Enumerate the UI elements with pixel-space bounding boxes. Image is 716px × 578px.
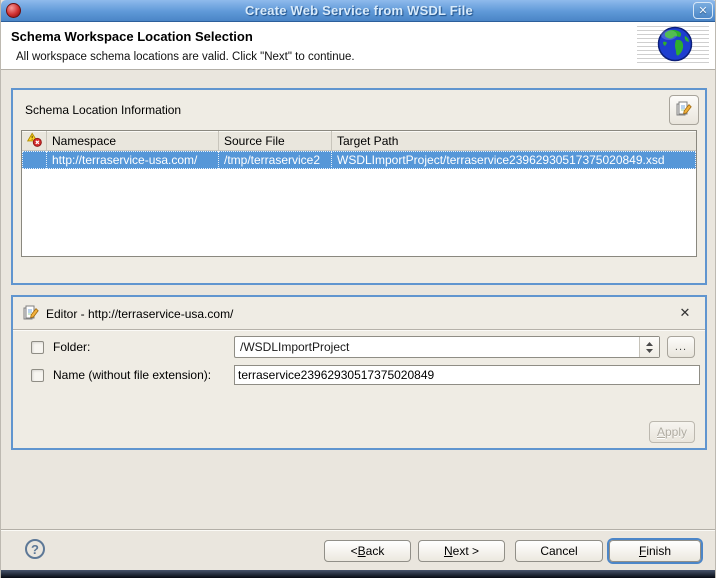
name-input[interactable] — [234, 365, 700, 385]
error-status-icon — [26, 132, 42, 150]
globe-icon — [655, 24, 695, 67]
window-bottom-edge — [1, 570, 715, 578]
schema-locations-table: Namespace Source File Target Path http:/… — [21, 130, 697, 257]
back-button[interactable]: < Back — [324, 540, 411, 562]
row-namespace-cell: http://terraservice-usa.com/ — [47, 151, 219, 169]
editor-edit-icon — [23, 305, 39, 324]
schema-location-panel: Schema Location Information Namespace So… — [11, 88, 707, 285]
wizard-buttons: < Back Next > Cancel Finish — [324, 540, 701, 562]
folder-combo-value: /WSDLImportProject — [240, 340, 350, 354]
folder-checkbox[interactable] — [31, 341, 44, 354]
row-source-file-cell: /tmp/terraservice2 — [219, 151, 332, 169]
wizard-dialog: Create Web Service from WSDL File ✕ Sche… — [0, 0, 716, 578]
window-close-icon[interactable]: ✕ — [693, 2, 713, 19]
row-target-path-cell: WSDLImportProject/terraservice2396293051… — [337, 153, 665, 167]
edit-icon — [676, 101, 692, 120]
wizard-banner: Schema Workspace Location Selection All … — [1, 22, 715, 70]
table-row[interactable]: http://terraservice-usa.com/ /tmp/terras… — [22, 151, 696, 169]
finish-button[interactable]: Finish — [609, 540, 701, 562]
name-checkbox[interactable] — [31, 369, 44, 382]
editor-title: Editor - http://terraservice-usa.com/ — [46, 307, 234, 321]
source-file-column-header[interactable]: Source File — [219, 131, 332, 150]
edit-schema-button[interactable] — [669, 95, 699, 125]
name-label: Name (without file extension): — [53, 368, 212, 382]
folder-combo[interactable]: /WSDLImportProject — [234, 336, 660, 358]
browse-button[interactable]: ... — [667, 336, 695, 358]
row-status-cell — [22, 151, 47, 169]
button-bar: ? < Back Next > Cancel Finish — [1, 531, 715, 570]
titlebar: Create Web Service from WSDL File ✕ — [1, 0, 715, 22]
next-button[interactable]: Next > — [418, 540, 505, 562]
status-column-header[interactable] — [22, 131, 47, 150]
schema-panel-title: Schema Location Information — [25, 103, 182, 117]
editor-panel: Editor - http://terraservice-usa.com/ ✕ … — [11, 295, 707, 450]
help-button[interactable]: ? — [25, 539, 45, 559]
schema-panel-header: Schema Location Information — [13, 90, 705, 128]
editor-close-icon[interactable]: ✕ — [677, 305, 693, 321]
namespace-column-header[interactable]: Namespace — [47, 131, 219, 150]
editor-header: Editor - http://terraservice-usa.com/ ✕ — [13, 297, 705, 330]
page-title: Schema Workspace Location Selection — [11, 29, 253, 44]
page-description: All workspace schema locations are valid… — [16, 51, 355, 63]
window-icon — [6, 3, 21, 18]
table-header-row: Namespace Source File Target Path — [22, 131, 696, 151]
apply-button[interactable]: Apply — [649, 421, 695, 443]
target-path-column-header[interactable]: Target Path — [332, 131, 696, 150]
cancel-button[interactable]: Cancel — [515, 540, 603, 562]
window-title: Create Web Service from WSDL File — [245, 3, 473, 18]
spinner-arrows-icon[interactable] — [639, 337, 659, 357]
folder-label: Folder: — [53, 340, 91, 354]
